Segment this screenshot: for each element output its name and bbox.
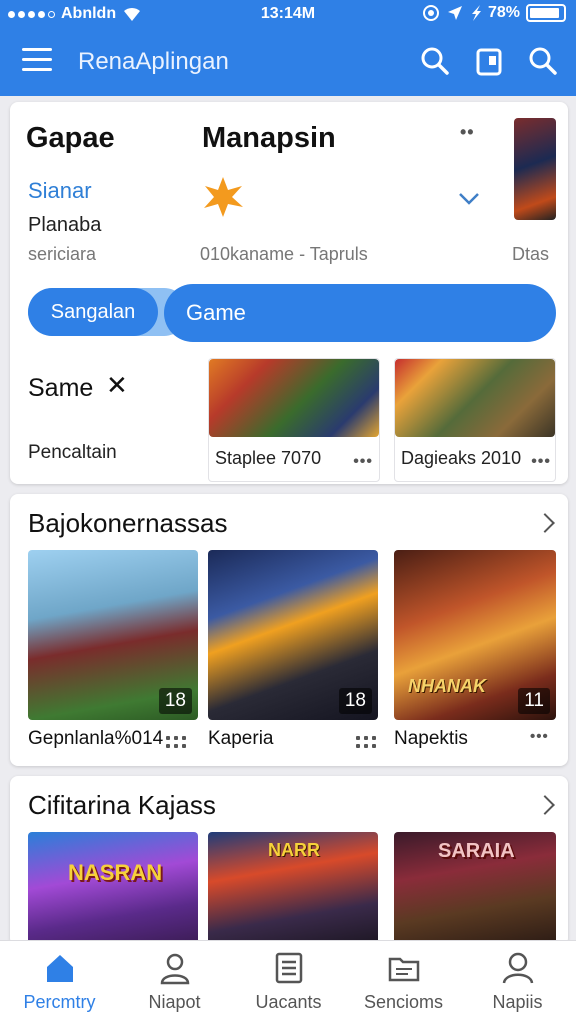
clear-icon[interactable]: ✕ [106, 370, 128, 401]
game-tile[interactable]: 18 [208, 550, 378, 720]
status-bar: Abnldn 13:14M 78% [0, 0, 576, 28]
person-icon [160, 953, 190, 985]
more-options-icon[interactable]: ••• [530, 728, 549, 745]
chevron-right-icon[interactable] [535, 513, 555, 533]
game-thumbnail [209, 359, 379, 437]
more-options-icon[interactable]: •• [460, 122, 475, 143]
featured-heading-mid: Manapsin [202, 122, 336, 154]
game-thumbnail [395, 359, 555, 437]
featured-sub-mid: 010kaname - Tapruls [200, 244, 368, 264]
featured-cover-image[interactable] [514, 118, 556, 220]
game-tile[interactable]: NASRAN [28, 832, 198, 946]
nav-label: Niapot [148, 992, 201, 1012]
folder-icon [388, 957, 420, 982]
game-button[interactable]: Game [164, 284, 556, 342]
search-secondary-icon[interactable] [526, 44, 560, 78]
tile-badge: 18 [158, 688, 192, 714]
section-title: Bajokonernassas [28, 508, 228, 538]
game-tile[interactable]: 18 [28, 550, 198, 720]
grid-icon[interactable] [356, 736, 376, 748]
featured-heading-left: Gapae [26, 122, 115, 154]
tile-title-art: NHANAK [408, 676, 486, 696]
game-card[interactable]: Dagieaks 2010 ••• [394, 358, 556, 482]
tile-label: Napektis [394, 728, 468, 749]
nav-item-person[interactable]: Niapot [117, 941, 232, 1024]
more-options-icon[interactable]: ••• [531, 453, 551, 471]
tile-title-art: NASRAN [68, 860, 163, 885]
alarm-icon [422, 5, 439, 21]
tile-title-art: SARAIA [438, 840, 515, 862]
nav-item-home[interactable]: Percmtry [2, 941, 117, 1024]
grid-icon[interactable] [166, 736, 186, 748]
section-card: Bajokonernassas 18 Gepnlanla%014 18 Kape… [10, 494, 568, 766]
home-icon [47, 955, 73, 982]
tile-title-art: NARR [268, 840, 320, 860]
featured-sub-right: Dtas [512, 244, 550, 264]
star-burst-icon [204, 177, 243, 217]
nav-label: Napiis [492, 992, 543, 1012]
app-bar: RenaAplingan [0, 28, 576, 96]
more-options-icon[interactable]: ••• [353, 453, 373, 471]
bookmark-icon[interactable] [472, 44, 506, 78]
game-tile[interactable]: NARR [208, 832, 378, 946]
game-label: Staplee 7070 [215, 448, 322, 468]
tile-badge: 18 [338, 688, 372, 714]
data-signal-icon [471, 5, 481, 21]
app-title: RenaAplingan [78, 48, 229, 75]
bottom-nav: Percmtry Niapot Uacants Sencioms Napiis [0, 940, 576, 1024]
game-tile[interactable]: NHANAK 11 [394, 550, 556, 720]
search-icon[interactable] [418, 44, 452, 78]
battery-percent: 78% [487, 4, 520, 21]
tile-label: Kaperia [208, 728, 274, 749]
nav-label: Sencioms [363, 992, 444, 1012]
game-label: Dagieaks 2010 [401, 448, 522, 468]
game-card[interactable]: Staplee 7070 ••• [208, 358, 380, 482]
nav-item-profile[interactable]: Napiis [460, 941, 575, 1024]
featured-link[interactable]: Sianar [28, 178, 92, 204]
featured-card: Gapae Manapsin •• Sianar Planaba sericia… [10, 102, 568, 484]
featured-label: Planaba [28, 214, 102, 236]
tile-badge: 11 [518, 688, 550, 714]
featured-caption: Pencaltain [28, 442, 117, 463]
game-tile[interactable]: SARAIA [394, 832, 556, 946]
document-icon [275, 952, 303, 984]
chevron-right-icon[interactable] [535, 795, 555, 815]
nav-label: Percmtry [23, 992, 96, 1012]
section-card: Cifitarina Kajass NASRAN NARR SARAIA [10, 776, 568, 946]
search-term: Same [28, 374, 94, 402]
nav-item-document[interactable]: Uacants [231, 941, 346, 1024]
nav-item-folder[interactable]: Sencioms [346, 941, 461, 1024]
menu-icon[interactable] [22, 48, 52, 74]
sangalan-button[interactable]: Sangalan [28, 288, 158, 336]
tile-label: Gepnlanla%014 [28, 728, 164, 749]
chevron-down-icon[interactable] [458, 192, 480, 206]
featured-sub-left: sericiara [28, 244, 97, 264]
profile-icon [502, 952, 534, 984]
nav-label: Uacants [255, 992, 322, 1012]
section-title: Cifitarina Kajass [28, 790, 216, 820]
location-icon [447, 6, 462, 20]
battery-icon [526, 4, 566, 22]
